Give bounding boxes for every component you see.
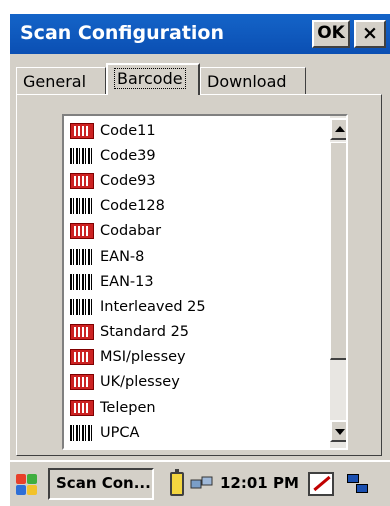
list-item[interactable]: Telepen [70, 395, 320, 420]
barcode-enabled-icon [70, 122, 94, 139]
tab-download[interactable]: Download [200, 67, 306, 94]
taskbar-app-button[interactable]: Scan Con... [48, 468, 154, 500]
list-item[interactable]: Standard 25 [70, 320, 320, 345]
list-item[interactable]: Code39 [70, 143, 320, 168]
title-bar: Scan Configuration OK × [10, 14, 390, 54]
list-item-label: Interleaved 25 [100, 298, 206, 315]
barcode-enabled-icon [70, 349, 94, 366]
up-arrow-icon [335, 126, 345, 132]
barcode-enabled-icon [70, 374, 94, 391]
barcode-disabled-icon [70, 273, 94, 290]
ok-button[interactable]: OK [312, 20, 350, 48]
down-arrow-icon [335, 429, 345, 435]
list-item[interactable]: Code11 [70, 118, 320, 143]
net-screen-a [347, 474, 359, 483]
barcode-disabled-icon [70, 248, 94, 265]
list-item-label: Code128 [100, 198, 165, 215]
connectivity-icon[interactable] [190, 474, 214, 494]
list-item[interactable]: Code128 [70, 194, 320, 219]
list-item-label: Telepen [100, 399, 156, 416]
clock[interactable]: 12:01 PM [220, 474, 299, 492]
list-item-label: Code11 [100, 122, 156, 139]
list-item-label: UK/plessey [100, 374, 180, 391]
list-item[interactable]: EAN-13 [70, 269, 320, 294]
list-item-label: MSI/plessey [100, 349, 186, 366]
list-item-label: UPCA [100, 424, 140, 441]
start-flag-blue [16, 485, 26, 495]
list-item[interactable]: UPCA [70, 420, 320, 445]
window-title: Scan Configuration [20, 22, 225, 44]
barcode-disabled-icon [70, 147, 94, 164]
input-panel-icon[interactable] [308, 472, 334, 496]
barcode-enabled-icon [70, 324, 94, 341]
barcode-list: Code11 Code39 Code93 Code128 Codabar EAN-8 EAN… [70, 118, 320, 448]
list-item[interactable]: Codabar [70, 219, 320, 244]
barcode-enabled-icon [70, 399, 94, 416]
tab-general[interactable]: General [16, 67, 106, 94]
list-item[interactable]: UPCE [70, 445, 320, 448]
start-flag-yellow [27, 485, 37, 495]
barcode-disabled-icon [70, 198, 94, 215]
taskbar: Scan Con... 12:01 PM [10, 460, 390, 506]
close-button[interactable]: × [354, 20, 386, 48]
net-screen-b [356, 484, 368, 493]
dialog-client: General Barcode Download Code11 Code39 Cod… [10, 54, 390, 460]
vertical-scrollbar[interactable] [330, 116, 346, 448]
tab-barcode[interactable]: Barcode [106, 63, 200, 95]
barcode-enabled-icon [70, 172, 94, 189]
barcode-enabled-icon [70, 223, 94, 240]
scroll-thumb[interactable] [330, 142, 346, 360]
list-item[interactable]: Interleaved 25 [70, 294, 320, 319]
list-item[interactable]: UK/plessey [70, 370, 320, 395]
list-item[interactable]: Code93 [70, 168, 320, 193]
scroll-up-button[interactable] [330, 118, 346, 140]
barcode-disabled-icon [70, 298, 94, 315]
list-item-label: Standard 25 [100, 324, 190, 341]
tab-barcode-label: Barcode [114, 68, 186, 89]
start-flag-green [27, 474, 37, 484]
barcode-disabled-icon [70, 424, 94, 441]
list-item-label: Code39 [100, 147, 156, 164]
scroll-down-button[interactable] [330, 420, 346, 442]
list-item-label: Code93 [100, 172, 156, 189]
list-item-label: EAN-8 [100, 248, 145, 265]
list-item-label: Codabar [100, 223, 162, 240]
battery-icon[interactable] [170, 469, 184, 496]
barcode-listbox[interactable]: Code11 Code39 Code93 Code128 Codabar EAN-8 EAN… [62, 114, 348, 450]
list-item[interactable]: EAN-8 [70, 244, 320, 269]
network-icon[interactable] [346, 472, 370, 496]
list-item-label: EAN-13 [100, 273, 154, 290]
windows-start-icon[interactable] [14, 472, 38, 496]
start-flag-red [16, 474, 26, 484]
list-item[interactable]: MSI/plessey [70, 345, 320, 370]
